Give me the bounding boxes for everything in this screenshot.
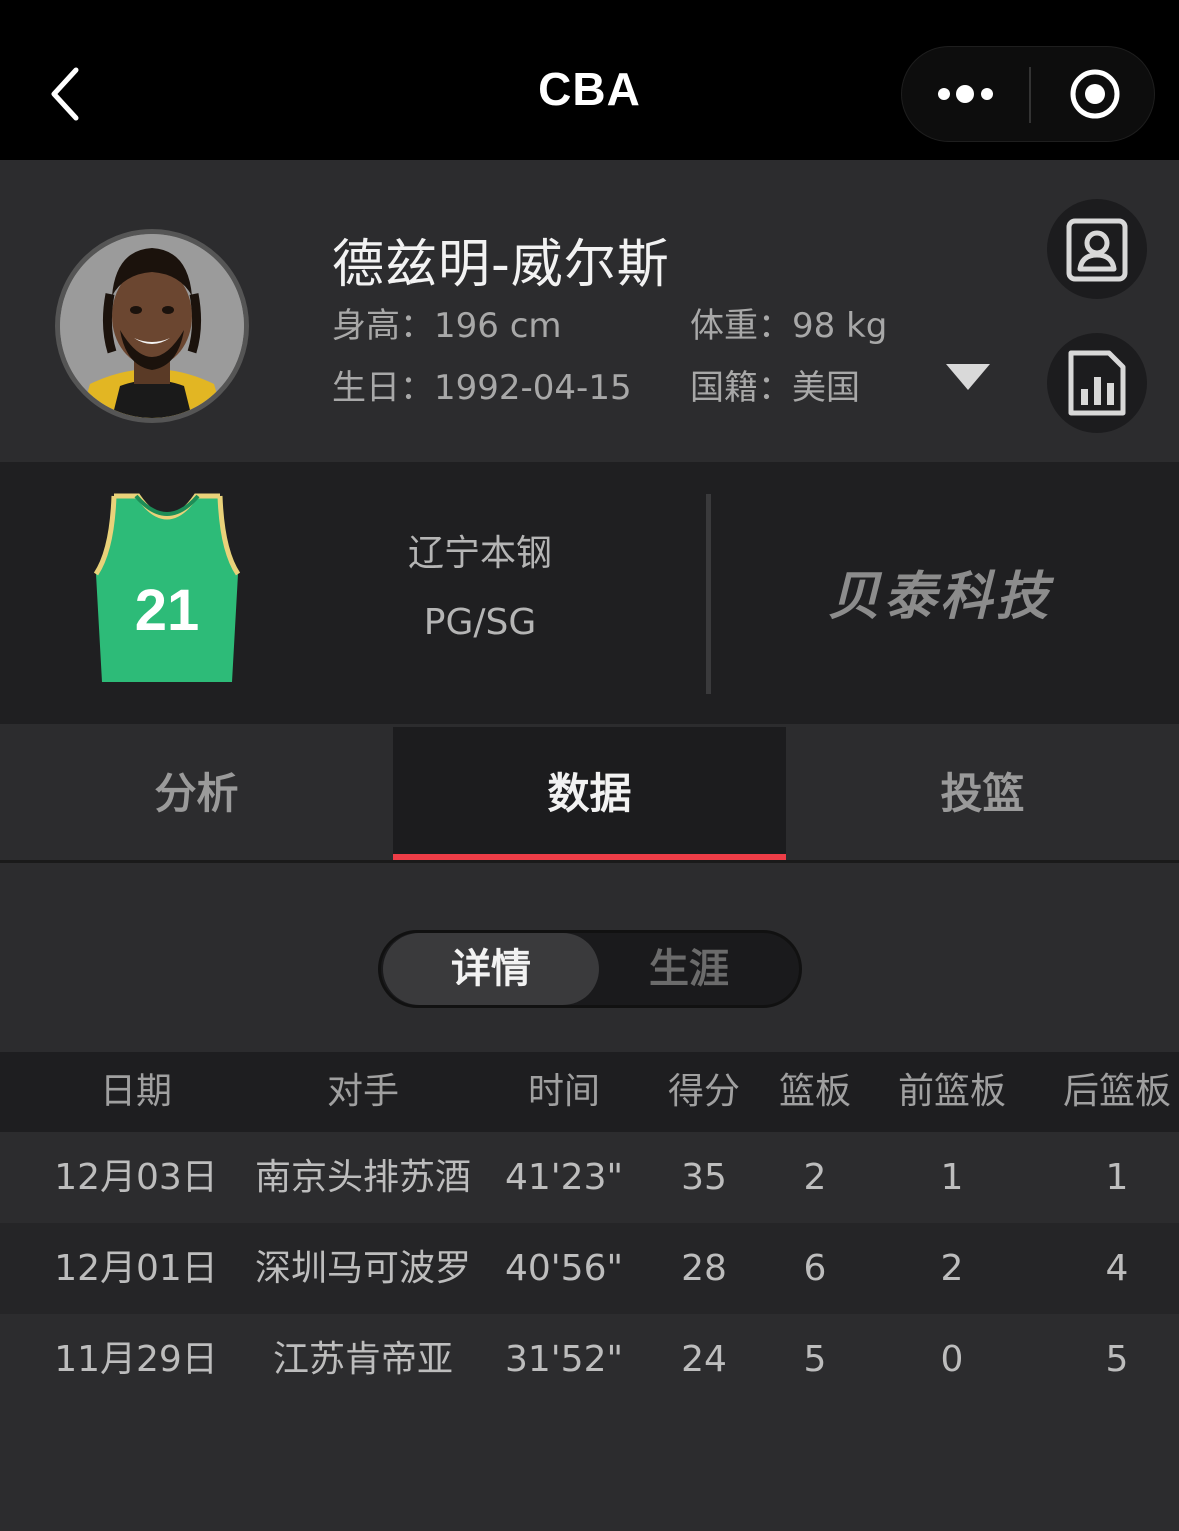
- table-row[interactable]: 11月29日 江苏肯帝亚 31'52" 24 5 0 5: [0, 1314, 1179, 1405]
- tab-shooting[interactable]: 投篮: [786, 727, 1179, 860]
- close-program-button[interactable]: [1031, 47, 1156, 141]
- height-label: 身高：: [332, 306, 434, 346]
- cell-defensive-rebounds: 4: [1105, 1248, 1129, 1289]
- nationality-info: 国籍：美国: [690, 360, 860, 409]
- weight-value: 98 kg: [792, 306, 888, 346]
- tab-analysis[interactable]: 分析: [0, 727, 393, 860]
- header-rebounds: 篮板: [778, 1071, 851, 1112]
- more-button[interactable]: [902, 47, 1029, 141]
- weight-info: 体重：98 kg: [690, 298, 887, 347]
- cell-opponent: 江苏肯帝亚: [272, 1339, 453, 1380]
- cell-time: 41'23": [504, 1157, 624, 1198]
- team-card-divider: [706, 494, 711, 694]
- height-info: 身高：196 cm: [332, 298, 562, 347]
- header-points: 得分: [667, 1071, 740, 1112]
- cell-rebounds: 5: [803, 1339, 827, 1380]
- player-name: 德兹明-威尔斯: [332, 235, 670, 295]
- team-card: 21 辽宁本钢 PG/SG 贝泰科技: [0, 462, 1179, 724]
- cell-defensive-rebounds: 1: [1105, 1157, 1129, 1198]
- main-tabs: 分析 数据 投篮: [0, 727, 1179, 863]
- birthday-label: 生日：: [332, 368, 434, 408]
- cell-date: 11月29日: [54, 1339, 218, 1380]
- segment-career[interactable]: 生涯: [581, 933, 797, 1005]
- cell-defensive-rebounds: 5: [1105, 1339, 1129, 1380]
- header-offensive-rebounds: 前篮板: [897, 1071, 1006, 1112]
- header-opponent: 对手: [326, 1071, 399, 1112]
- cell-offensive-rebounds: 0: [940, 1339, 964, 1380]
- chevron-left-icon: [51, 67, 79, 121]
- cell-opponent: 南京头排苏酒: [254, 1157, 471, 1198]
- target-icon: [1070, 69, 1120, 119]
- height-value: 196 cm: [434, 306, 562, 346]
- detail-career-switch: 详情 生涯: [378, 930, 802, 1008]
- sponsor-logo: 贝泰科技: [827, 567, 1052, 627]
- jersey-number: 21: [135, 578, 200, 643]
- player-profile: 德兹明-威尔斯 身高：196 cm 体重：98 kg 生日：1992-04-15…: [0, 160, 1179, 462]
- header-date: 日期: [99, 1071, 172, 1112]
- profile-card-button[interactable]: [1047, 199, 1147, 299]
- active-tab-indicator: [393, 854, 786, 860]
- game-stats-table: 日期 对手 时间 得分 篮板 前篮板 后篮板 12月03日 南京头排苏酒 41'…: [0, 1052, 1179, 1405]
- segment-detail[interactable]: 详情: [383, 933, 599, 1005]
- table-row[interactable]: 12月03日 南京头排苏酒 41'23" 35 2 1 1: [0, 1132, 1179, 1223]
- cell-points: 24: [681, 1339, 727, 1380]
- stats-report-icon: [1068, 350, 1126, 416]
- birthday-info: 生日：1992-04-15: [332, 360, 632, 409]
- back-button[interactable]: [40, 58, 100, 128]
- tab-data-label: 数据: [547, 769, 632, 818]
- player-avatar: [55, 229, 249, 423]
- cell-offensive-rebounds: 1: [940, 1157, 964, 1198]
- triangle-down-icon[interactable]: [944, 362, 992, 392]
- table-header: 日期 对手 时间 得分 篮板 前篮板 后篮板: [0, 1052, 1179, 1132]
- mini-program-capsule: [901, 46, 1155, 142]
- table-row[interactable]: 12月01日 深圳马可波罗 40'56" 28 6 2 4: [0, 1223, 1179, 1314]
- top-nav-bar: CBA: [0, 0, 1179, 160]
- team-name: 辽宁本钢: [407, 533, 552, 574]
- cell-date: 12月01日: [54, 1248, 218, 1289]
- header-time: 时间: [527, 1071, 600, 1112]
- header-defensive-rebounds: 后篮板: [1062, 1071, 1171, 1112]
- cell-date: 12月03日: [54, 1157, 218, 1198]
- cell-opponent: 深圳马可波罗: [254, 1248, 471, 1289]
- cell-points: 28: [681, 1248, 727, 1289]
- cell-offensive-rebounds: 2: [940, 1248, 964, 1289]
- stats-report-button[interactable]: [1047, 333, 1147, 433]
- cell-rebounds: 6: [803, 1248, 827, 1289]
- nationality-value: 美国: [792, 368, 860, 408]
- nationality-label: 国籍：: [690, 368, 792, 408]
- cell-time: 31'52": [504, 1339, 624, 1380]
- weight-label: 体重：: [690, 306, 792, 346]
- birthday-value: 1992-04-15: [434, 368, 632, 408]
- player-position: PG/SG: [423, 602, 537, 643]
- more-dots-icon: [938, 85, 993, 103]
- cell-time: 40'56": [504, 1248, 624, 1289]
- tab-data[interactable]: 数据: [393, 727, 786, 860]
- jersey-icon: 21: [93, 493, 241, 682]
- profile-card-icon: [1066, 218, 1128, 282]
- cell-points: 35: [681, 1157, 727, 1198]
- cell-rebounds: 2: [803, 1157, 827, 1198]
- player-photo: [60, 234, 244, 418]
